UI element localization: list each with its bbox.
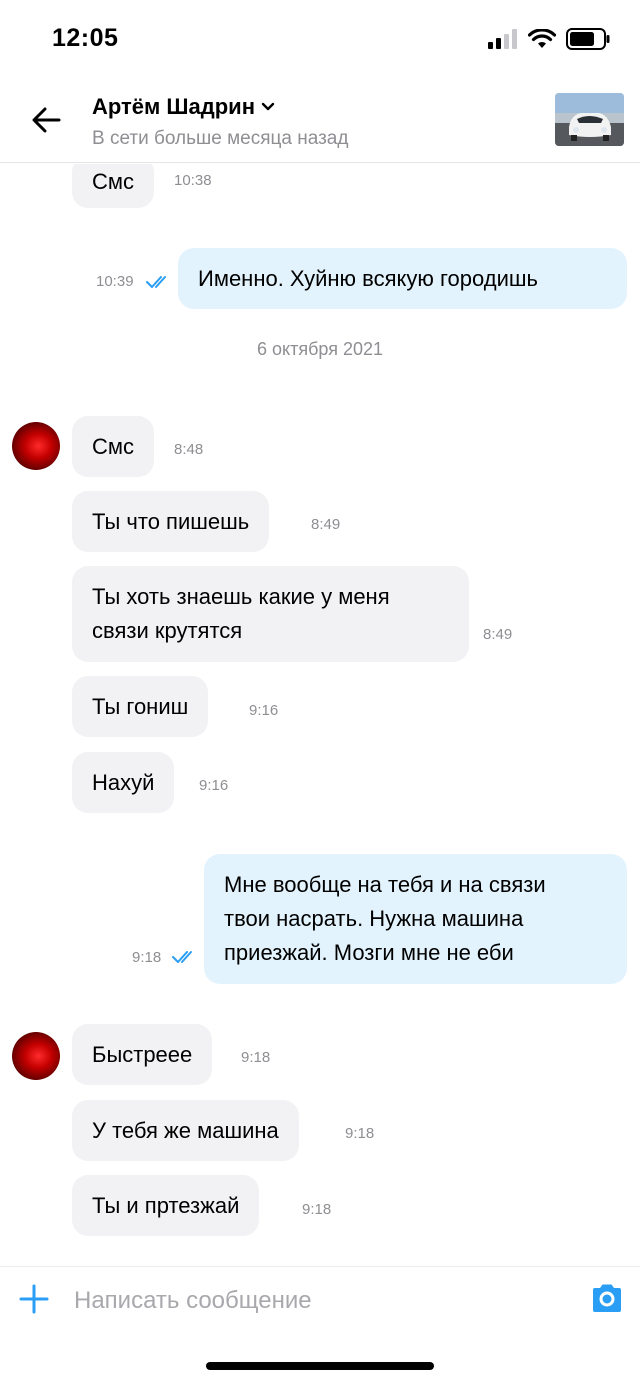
back-button[interactable] (26, 100, 66, 140)
message-bubble-outgoing[interactable]: Именно. Хуйню всякую городишь (178, 248, 627, 309)
message-text: Смс (92, 169, 135, 194)
message-text: Именно. Хуйню всякую городишь (198, 265, 539, 291)
message-text: Быстреее (92, 1041, 193, 1067)
message-input[interactable] (74, 1279, 574, 1323)
home-indicator (206, 1362, 434, 1370)
avatar[interactable] (12, 1032, 60, 1080)
message-text: Ты хоть знаешь какие у меня связи крутят… (92, 584, 390, 643)
message-bubble-outgoing[interactable]: Мне вообще на тебя и на связи твои насра… (204, 854, 627, 984)
arrow-left-icon (32, 107, 61, 133)
message-time: 8:49 (483, 626, 513, 643)
message-text: Смс (92, 433, 135, 459)
wifi-icon (528, 29, 556, 48)
plus-icon (19, 1284, 49, 1314)
attach-button[interactable] (18, 1283, 50, 1315)
message-text: Ты гониш (92, 693, 189, 719)
message-bubble-incoming[interactable]: Смс (72, 416, 155, 477)
camera-icon (593, 1284, 621, 1312)
message-time: 9:16 (199, 777, 229, 794)
avatar[interactable] (12, 422, 60, 470)
chevron-down-icon (261, 102, 275, 111)
status-bar: 12:05 (0, 0, 640, 80)
signal-icon (488, 29, 517, 49)
status-time: 12:05 (52, 24, 119, 52)
message-text: Мне вообще на тебя и на связи твои насра… (224, 872, 546, 965)
message-bubble-incoming[interactable]: Нахуй (72, 752, 175, 813)
car-photo-icon (555, 93, 624, 146)
message-composer (0, 1266, 640, 1334)
message-time: 8:48 (174, 441, 204, 458)
status-icons (488, 28, 610, 50)
message-time: 9:18 (132, 949, 162, 966)
message-bubble-incoming[interactable]: Смс (72, 164, 155, 208)
double-check-icon (172, 951, 192, 963)
message-bubble-incoming[interactable]: Ты и пртезжай (72, 1175, 260, 1236)
message-bubble-incoming[interactable]: Ты гониш (72, 676, 209, 737)
message-time: 10:38 (174, 172, 212, 189)
camera-button[interactable] (590, 1281, 624, 1315)
date-separator: 6 октября 2021 (257, 339, 383, 359)
contact-photo[interactable] (555, 93, 624, 146)
message-time: 10:39 (96, 273, 134, 290)
message-bubble-incoming[interactable]: Быстреее (72, 1024, 213, 1085)
message-time: 8:49 (311, 516, 341, 533)
message-time: 9:18 (302, 1201, 332, 1218)
message-text: Нахуй (92, 769, 155, 795)
message-text: У тебя же машина (92, 1117, 279, 1143)
message-text: Ты и пртезжай (92, 1192, 240, 1218)
message-text: Ты что пишешь (92, 508, 250, 534)
message-bubble-incoming[interactable]: Ты хоть знаешь какие у меня связи крутят… (72, 566, 469, 662)
battery-icon (566, 28, 610, 50)
message-time: 9:18 (241, 1049, 271, 1066)
message-time: 9:16 (249, 702, 279, 719)
chat-header: Артём Шадрин В сети больше месяца назад (0, 80, 640, 163)
message-time: 9:18 (345, 1125, 375, 1142)
message-list[interactable]: Смс 10:38 Именно. Хуйню всякую городишь … (0, 164, 640, 1264)
message-bubble-incoming[interactable]: Ты что пишешь (72, 491, 270, 552)
contact-status: В сети больше месяца назад (92, 128, 349, 149)
contact-name-button[interactable]: Артём Шадрин (92, 94, 275, 120)
contact-name: Артём Шадрин (92, 94, 255, 119)
double-check-icon (146, 276, 166, 288)
message-bubble-incoming[interactable]: У тебя же машина (72, 1100, 299, 1161)
